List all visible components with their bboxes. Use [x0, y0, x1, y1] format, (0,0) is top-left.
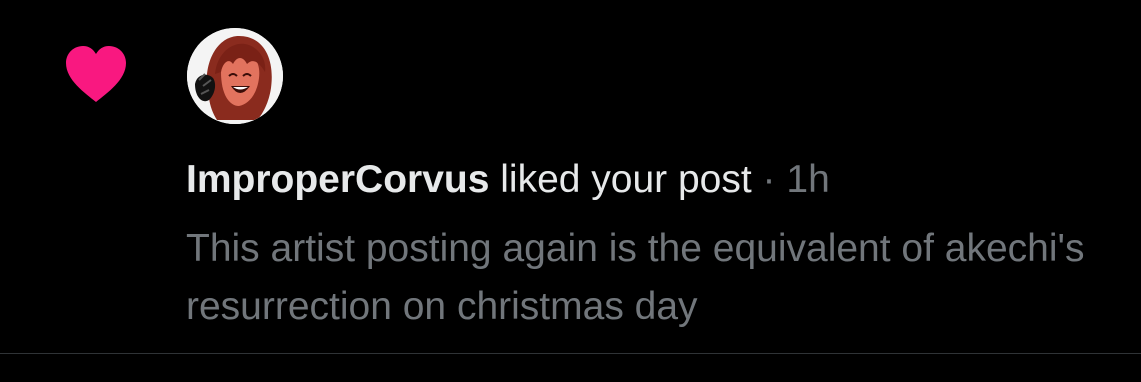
action-text: liked your post: [489, 158, 752, 201]
separator-dot: ·: [751, 158, 787, 201]
heart-icon: [63, 44, 129, 104]
post-preview-text: This artist posting again is the equival…: [186, 227, 1085, 328]
notification-headline: ImproperCorvus liked your post · 1h: [186, 155, 830, 205]
timestamp[interactable]: 1h: [786, 158, 829, 201]
username-link[interactable]: ImproperCorvus: [186, 158, 489, 201]
avatar[interactable]: [187, 28, 283, 124]
divider: [0, 353, 1141, 354]
like-notification[interactable]: ImproperCorvus liked your post · 1h This…: [0, 0, 1141, 354]
